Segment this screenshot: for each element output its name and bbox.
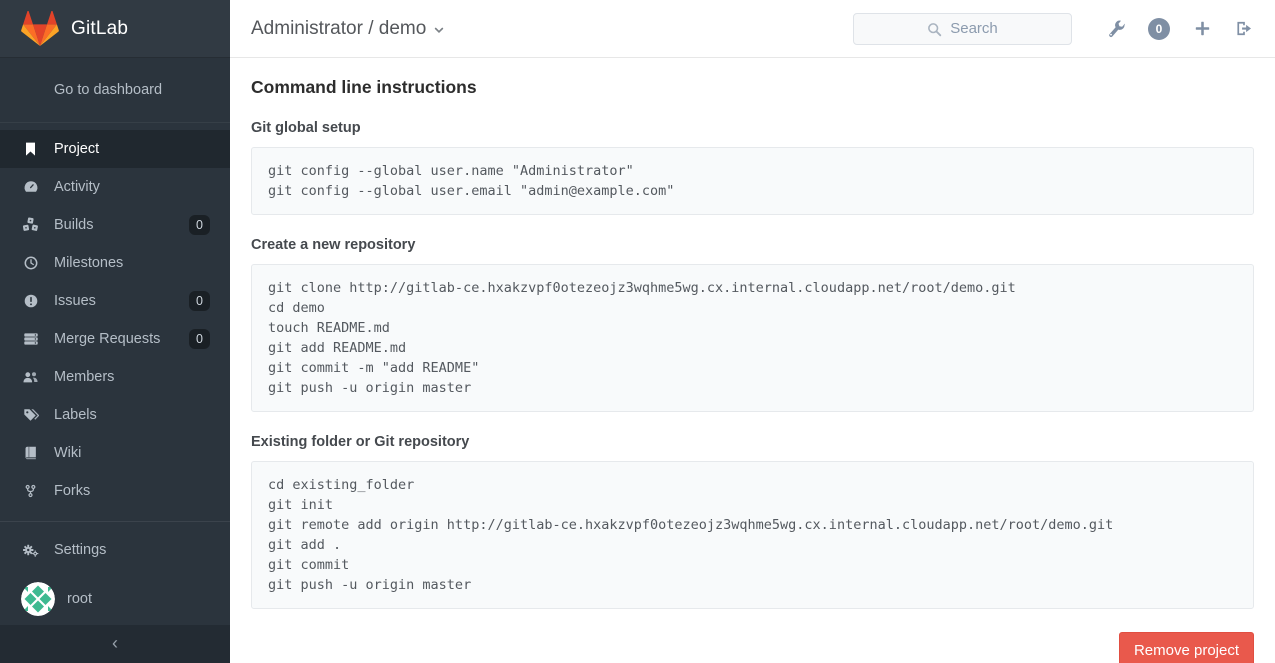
sidebar-item-wiki[interactable]: Wiki bbox=[0, 434, 230, 472]
book-icon bbox=[22, 445, 39, 461]
chevron-down-icon bbox=[433, 24, 445, 36]
avatar bbox=[21, 582, 55, 616]
sidebar-item-profile[interactable]: root bbox=[0, 576, 230, 622]
cubes-icon bbox=[22, 217, 39, 233]
tachometer-icon bbox=[22, 179, 39, 195]
code-block: git clone http://gitlab-ce.hxakzvpf0otez… bbox=[251, 264, 1254, 412]
sidebar-item-settings[interactable]: Settings bbox=[0, 531, 230, 569]
sidebar-item-label: Builds bbox=[54, 217, 94, 233]
sidebar-divider bbox=[0, 521, 230, 522]
sidebar-item-label: Issues bbox=[54, 293, 96, 309]
sidebar-item-milestones[interactable]: Milestones bbox=[0, 244, 230, 282]
sidebar-item-label: Members bbox=[54, 369, 114, 385]
topbar-icons: 0 bbox=[1084, 18, 1253, 40]
sidebar-item-label: Wiki bbox=[54, 445, 81, 461]
danger-zone: Remove project bbox=[251, 632, 1254, 663]
section-heading: Create a new repository bbox=[251, 237, 1254, 253]
server-icon bbox=[22, 331, 39, 347]
fork-icon bbox=[22, 483, 39, 499]
topbar: Administrator / demo Search 0 bbox=[230, 0, 1275, 58]
todos-count-badge[interactable]: 0 bbox=[1148, 18, 1170, 40]
sidebar-item-activity[interactable]: Activity bbox=[0, 168, 230, 206]
app-name: GitLab bbox=[71, 18, 128, 40]
clock-icon bbox=[22, 255, 39, 271]
sidebar-item-members[interactable]: Members bbox=[0, 358, 230, 396]
bookmark-icon bbox=[22, 141, 39, 157]
gitlab-logo-icon bbox=[21, 11, 59, 47]
instruction-section: Existing folder or Git repository cd exi… bbox=[251, 434, 1254, 609]
count-badge: 0 bbox=[189, 329, 210, 350]
remove-project-button[interactable]: Remove project bbox=[1119, 632, 1254, 663]
sidebar-item-label: Forks bbox=[54, 483, 90, 499]
code-block: cd existing_folder git init git remote a… bbox=[251, 461, 1254, 609]
sidebar-item-labels[interactable]: Labels bbox=[0, 396, 230, 434]
sidebar: GitLab Go to dashboard Project Activity … bbox=[0, 0, 230, 663]
users-icon bbox=[22, 369, 39, 385]
search-input[interactable]: Search bbox=[853, 13, 1072, 45]
sidebar-item-project[interactable]: Project bbox=[0, 130, 230, 168]
sidebar-collapse-button[interactable]: ‹ bbox=[0, 625, 230, 663]
count-badge: 0 bbox=[189, 291, 210, 312]
page-title: Command line instructions bbox=[251, 77, 1254, 98]
home-logo-link[interactable]: GitLab bbox=[0, 0, 230, 58]
main-area: Administrator / demo Search 0 Command li… bbox=[230, 0, 1275, 663]
search-icon bbox=[927, 22, 942, 37]
sidebar-item-label: Settings bbox=[54, 542, 106, 558]
tags-icon bbox=[22, 407, 39, 423]
breadcrumb-text: Administrator / demo bbox=[251, 18, 426, 40]
sidebar-item-issues[interactable]: Issues 0 bbox=[0, 282, 230, 320]
sidebar-item-label: Project bbox=[54, 141, 99, 157]
cogs-icon bbox=[22, 542, 39, 558]
instruction-section: Create a new repository git clone http:/… bbox=[251, 237, 1254, 412]
code-block: git config --global user.name "Administr… bbox=[251, 147, 1254, 215]
chevron-left-icon: ‹ bbox=[112, 633, 118, 653]
breadcrumb[interactable]: Administrator / demo bbox=[251, 18, 445, 40]
sidebar-item-label: Milestones bbox=[54, 255, 123, 271]
sidebar-item-label: Merge Requests bbox=[54, 331, 160, 347]
username: root bbox=[67, 591, 92, 607]
sidebar-nav: Project Activity Builds 0 Milestones Iss… bbox=[0, 130, 230, 510]
admin-wrench-button[interactable] bbox=[1108, 20, 1126, 38]
new-project-button[interactable] bbox=[1194, 20, 1211, 37]
page-content: Command line instructions Git global set… bbox=[230, 58, 1275, 663]
section-heading: Git global setup bbox=[251, 120, 1254, 136]
sidebar-item-merge-requests[interactable]: Merge Requests 0 bbox=[0, 320, 230, 358]
search-placeholder: Search bbox=[950, 20, 998, 37]
go-to-dashboard-link[interactable]: Go to dashboard bbox=[0, 58, 230, 123]
sidebar-item-forks[interactable]: Forks bbox=[0, 472, 230, 510]
section-heading: Existing folder or Git repository bbox=[251, 434, 1254, 450]
sidebar-item-label: Labels bbox=[54, 407, 97, 423]
instruction-sections: Git global setup git config --global use… bbox=[251, 120, 1254, 609]
instruction-section: Git global setup git config --global use… bbox=[251, 120, 1254, 215]
sidebar-item-builds[interactable]: Builds 0 bbox=[0, 206, 230, 244]
exclamation-circle-icon bbox=[22, 293, 39, 309]
sign-out-button[interactable] bbox=[1235, 20, 1253, 37]
count-badge: 0 bbox=[189, 215, 210, 236]
sidebar-item-label: Activity bbox=[54, 179, 100, 195]
